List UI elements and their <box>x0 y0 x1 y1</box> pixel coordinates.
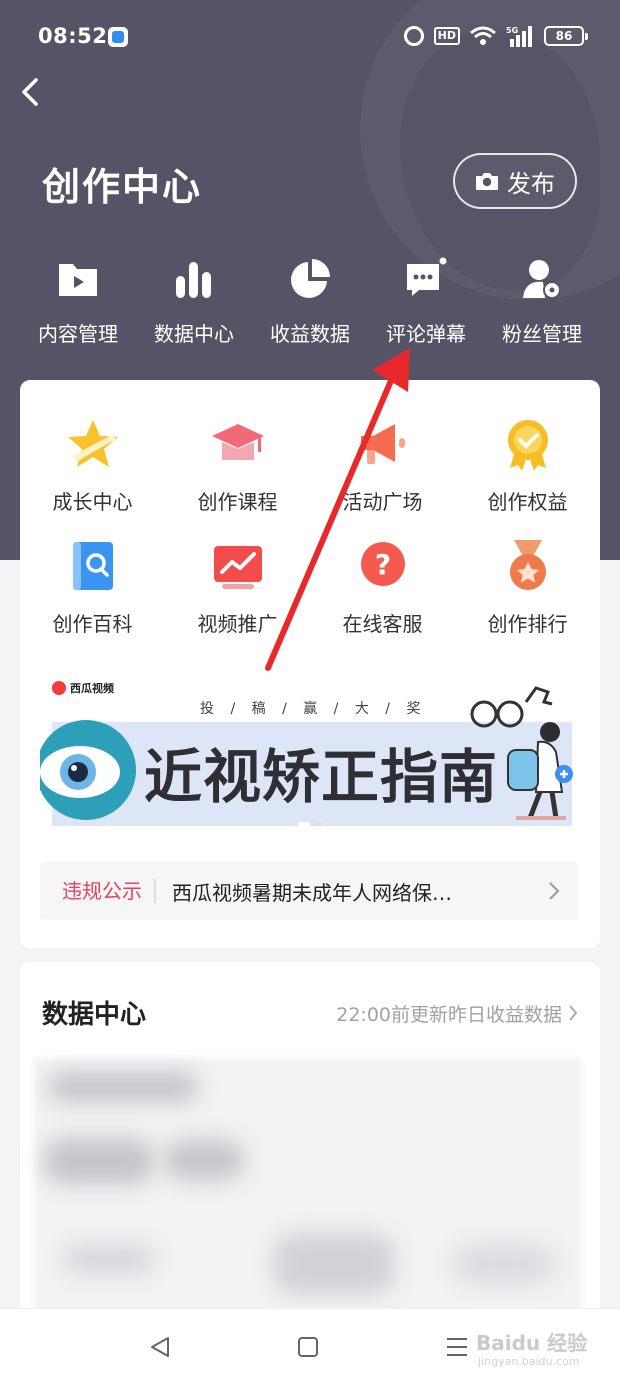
megaphone-icon <box>360 424 405 464</box>
nav-content-management[interactable]: 内容管理 <box>20 256 136 347</box>
nav-menu-icon[interactable] <box>446 1337 468 1357</box>
hd-badge: HD <box>433 27 460 45</box>
notice-text: 西瓜视频暑期未成年人网络保… <box>172 880 452 905</box>
xigua-logo-icon <box>52 681 66 695</box>
chevron-right-icon[interactable] <box>568 1004 578 1022</box>
comment-bubble-icon <box>407 257 447 296</box>
svg-text:?: ? <box>374 548 390 581</box>
tools-card: 成长中心 创作课程 活动广场 创作权益 创作百科 视频推广 ? 在线客服 创作排… <box>20 380 600 948</box>
signal-icon: 5G <box>506 26 532 47</box>
tool-creator-benefits[interactable]: 创作权益 <box>455 416 600 538</box>
blurred-block <box>64 1244 154 1274</box>
watermark-url: jingyan.baidu.com <box>478 1355 580 1368</box>
blurred-block <box>164 1140 244 1180</box>
tool-label: 创作权益 <box>487 490 568 514</box>
blurred-block <box>454 1244 554 1284</box>
banner-title: 近视矫正指南 <box>144 743 499 811</box>
doctor-illustration-icon <box>470 686 573 820</box>
nav-revenue-data[interactable]: 收益数据 <box>252 256 368 347</box>
rank-medal-icon <box>509 540 546 590</box>
nav-label: 粉丝管理 <box>502 322 582 346</box>
tool-creator-wiki[interactable]: 创作百科 <box>20 538 165 660</box>
back-icon[interactable] <box>18 76 46 108</box>
nav-home-icon[interactable] <box>298 1337 318 1357</box>
alarm-icon <box>403 26 424 46</box>
data-center-title: 数据中心 <box>42 1000 147 1030</box>
tool-label: 成长中心 <box>52 490 133 514</box>
publish-label: 发布 <box>507 169 555 198</box>
status-bar: 08:52 HD 5G 86 <box>0 0 620 76</box>
chevron-right-icon <box>549 882 560 900</box>
camera-icon <box>476 173 498 190</box>
nav-data-center[interactable]: 数据中心 <box>136 256 252 347</box>
tool-label: 创作课程 <box>197 490 278 514</box>
trend-icon <box>213 546 262 589</box>
bar-chart-icon <box>176 262 211 298</box>
tool-label: 在线客服 <box>342 612 423 636</box>
data-center-note[interactable]: 22:00前更新昨日收益数据 <box>336 1000 562 1027</box>
banner-pagination <box>298 822 322 826</box>
video-folder-icon <box>59 264 97 296</box>
book-search-icon <box>72 542 113 590</box>
publish-button[interactable]: 发布 <box>453 153 577 209</box>
nav-label: 内容管理 <box>38 322 118 346</box>
banner-brand-label: 西瓜视频 <box>70 682 114 695</box>
nav-label: 评论弹幕 <box>386 322 466 346</box>
promo-banner[interactable]: 西瓜视频 投 / 稿 / 赢 / 大 / 奖 近视矫正指南 <box>40 666 580 832</box>
battery-icon: 86 <box>544 26 588 46</box>
tool-label: 创作排行 <box>487 612 568 636</box>
tool-online-service[interactable]: ? 在线客服 <box>310 538 455 660</box>
tool-activity-plaza[interactable]: 活动广场 <box>310 416 455 538</box>
fan-user-icon <box>523 260 561 299</box>
question-icon: ? <box>360 542 405 586</box>
nav-comments-danmaku[interactable]: 评论弹幕 <box>368 256 484 347</box>
tool-label: 活动广场 <box>342 490 423 514</box>
graduation-cap-icon <box>211 424 264 460</box>
banner-brand: 西瓜视频 <box>52 680 114 696</box>
tool-video-promotion[interactable]: 视频推广 <box>165 538 310 660</box>
tools-grid: 成长中心 创作课程 活动广场 创作权益 创作百科 视频推广 ? 在线客服 创作排… <box>20 416 600 660</box>
medal-check-icon <box>507 420 548 471</box>
blurred-data <box>34 1058 582 1318</box>
status-time: 08:52 <box>38 24 108 48</box>
blurred-block <box>274 1234 394 1294</box>
nav-fan-management[interactable]: 粉丝管理 <box>484 256 600 347</box>
nav-back-icon[interactable] <box>148 1335 172 1359</box>
app-notification-icon <box>108 27 128 47</box>
nav-label: 数据中心 <box>154 322 234 346</box>
violation-notice[interactable]: 违规公示 西瓜视频暑期未成年人网络保… <box>40 862 578 920</box>
eye-illustration-icon <box>40 720 136 820</box>
tool-creator-ranking[interactable]: 创作排行 <box>455 538 600 660</box>
blurred-block <box>48 1072 198 1102</box>
tool-label: 视频推广 <box>197 612 278 636</box>
blurred-block <box>44 1138 154 1184</box>
tool-courses[interactable]: 创作课程 <box>165 416 310 538</box>
banner-subtitle: 投 / 稿 / 赢 / 大 / 奖 <box>200 701 427 717</box>
data-center-card: 数据中心 22:00前更新昨日收益数据 <box>20 962 600 1322</box>
wifi-icon <box>470 26 496 45</box>
pie-chart-icon <box>291 259 330 298</box>
notice-tag: 违规公示 <box>40 879 156 903</box>
nav-label: 收益数据 <box>270 322 350 346</box>
top-nav: 内容管理 数据中心 收益数据 评论弹幕 粉丝管理 <box>20 256 600 347</box>
tool-label: 创作百科 <box>52 612 133 636</box>
tool-growth-center[interactable]: 成长中心 <box>20 416 165 538</box>
network-label: 5G <box>506 26 518 35</box>
star-icon <box>67 420 118 467</box>
system-nav-bar: Baidu 经验 jingyan.baidu.com <box>0 1308 620 1386</box>
baidu-watermark: Baidu 经验 <box>476 1331 588 1355</box>
page-title: 创作中心 <box>42 165 203 209</box>
